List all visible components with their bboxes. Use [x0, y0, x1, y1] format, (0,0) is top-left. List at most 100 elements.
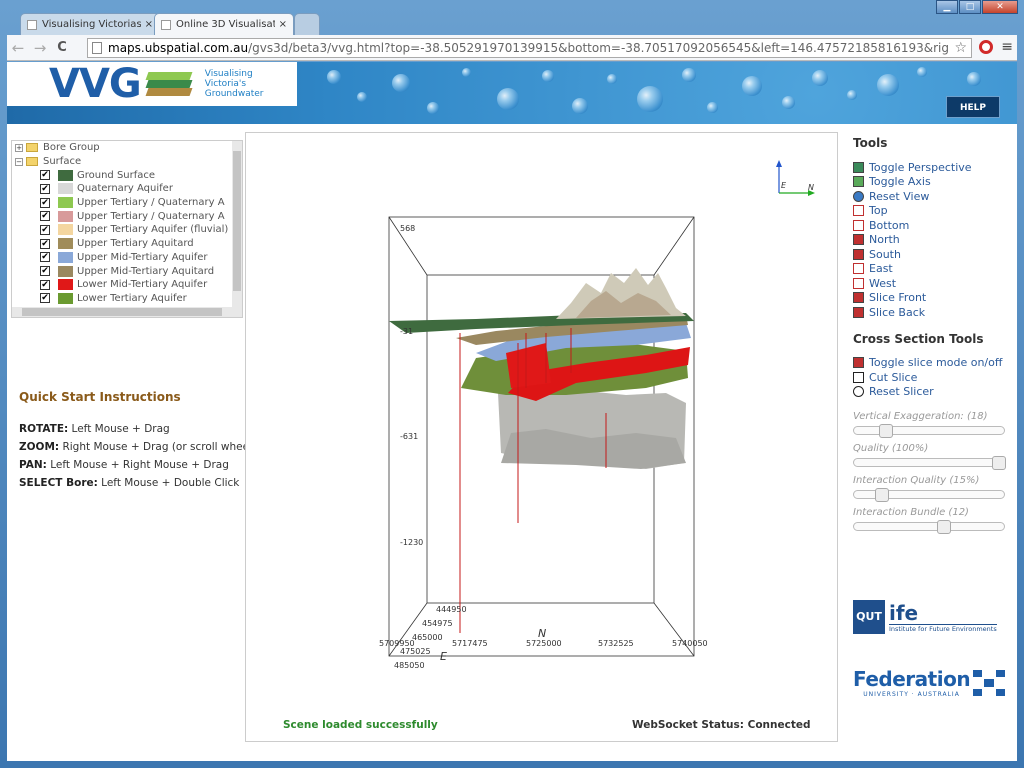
tool-toggle-axis[interactable]: Toggle Axis — [853, 175, 1013, 190]
tree-vertical-scrollbar[interactable] — [232, 141, 242, 317]
back-button[interactable]: ← — [7, 39, 29, 57]
tool-south[interactable]: South — [853, 247, 1013, 262]
layer-item[interactable]: ✔ Ground Surface — [12, 168, 242, 182]
top-icon — [853, 205, 864, 217]
header-banner: VVG Visualising Victoria's Groundwater H… — [7, 62, 1017, 124]
layer-checkbox[interactable]: ✔ — [40, 252, 50, 263]
maximize-button[interactable]: □ — [959, 0, 981, 14]
tool-cut-slice[interactable]: Cut Slice — [853, 370, 1013, 385]
reload-button[interactable]: C — [51, 40, 73, 55]
tree-group-surface[interactable]: − Surface — [12, 155, 242, 169]
slice-back-icon — [853, 306, 864, 318]
tool-label: Bottom — [869, 218, 910, 232]
tool-reset-slicer[interactable]: Reset Slicer — [853, 385, 1013, 400]
new-tab-button[interactable] — [294, 13, 320, 35]
slider-track[interactable] — [853, 488, 1005, 502]
layer-item[interactable]: ✔ Upper Tertiary / Quaternary A — [12, 196, 242, 210]
slider-track[interactable] — [853, 456, 1006, 470]
browser-menu-icon[interactable]: ≡ — [1001, 39, 1013, 55]
3d-viewer-canvas[interactable]: E N 568 -31 -631 -1230 5709950 5717475 5… — [245, 132, 838, 742]
federation-logo[interactable]: Federation UNIVERSITY · AUSTRALIA — [853, 667, 1005, 698]
layer-item[interactable]: ✔ Upper Tertiary Aquifer (fluvial) — [12, 223, 242, 237]
layer-checkbox[interactable]: ✔ — [40, 266, 50, 277]
help-button[interactable]: HELP — [946, 96, 1000, 118]
layer-label: Upper Tertiary Aquifer (fluvial) — [77, 224, 229, 236]
z-tick-label: 454975 — [422, 619, 453, 628]
tool-label: Slice Back — [869, 305, 926, 319]
tree-horizontal-scrollbar[interactable] — [12, 307, 242, 317]
layer-item[interactable]: ✔ Lower Mid-Tertiary Aquifer — [12, 278, 242, 292]
layer-label: Upper Tertiary / Quaternary A — [77, 210, 225, 222]
scene-status: Scene loaded successfully — [283, 719, 438, 731]
instruction-rotate: ROTATE: Left Mouse + Drag — [19, 423, 170, 435]
tab-visualising[interactable]: Visualising Victorias Grou × — [20, 13, 160, 35]
layer-color-swatch — [58, 265, 73, 277]
bookmark-star-icon[interactable]: ☆ — [954, 40, 967, 56]
window-controls: ▁ □ ✕ — [936, 0, 1018, 14]
tool-reset-view[interactable]: Reset View — [853, 189, 1013, 204]
collapse-icon[interactable]: − — [15, 157, 23, 166]
tool-slice-back[interactable]: Slice Back — [853, 305, 1013, 320]
minimize-button[interactable]: ▁ — [936, 0, 958, 14]
layer-checkbox[interactable]: ✔ — [40, 211, 50, 222]
close-tab-icon[interactable]: × — [279, 19, 287, 30]
cut-slice-icon — [853, 371, 864, 383]
page-icon — [27, 19, 37, 30]
layer-checkbox[interactable]: ✔ — [40, 197, 50, 208]
z-tick-label: 475025 — [400, 647, 431, 656]
url-text[interactable]: maps.ubspatial.com.au/gvs3d/beta3/vvg.ht… — [108, 41, 950, 55]
instruction-pan: PAN: Left Mouse + Right Mouse + Drag — [19, 459, 229, 471]
layer-checkbox[interactable]: ✔ — [40, 170, 50, 181]
layer-item[interactable]: ✔ Upper Mid-Tertiary Aquifer — [12, 251, 242, 265]
tool-toggle-slice-mode[interactable]: Toggle slice mode on/off — [853, 356, 1013, 371]
slider-handle[interactable] — [937, 520, 951, 534]
expand-icon[interactable]: + — [15, 143, 23, 152]
tool-north[interactable]: North — [853, 233, 1013, 248]
qut-ife-logo[interactable]: QUT ife Institute for Future Environment… — [853, 600, 997, 634]
vvg-logo[interactable]: VVG Visualising Victoria's Groundwater — [7, 62, 297, 107]
url-path: /gvs3d/beta3/vvg.html?top=-38.5052919701… — [248, 41, 950, 55]
layer-color-swatch — [58, 292, 73, 304]
address-bar[interactable]: maps.ubspatial.com.au/gvs3d/beta3/vvg.ht… — [87, 38, 972, 58]
extension-icon[interactable] — [979, 40, 994, 54]
tool-slice-front[interactable]: Slice Front — [853, 291, 1013, 306]
browser-window: ▁ □ ✕ Visualising Victorias Grou × Onlin… — [0, 0, 1024, 768]
layer-color-swatch — [58, 183, 73, 195]
layer-item[interactable]: ✔ Upper Tertiary Aquitard — [12, 237, 242, 251]
close-window-button[interactable]: ✕ — [982, 0, 1018, 14]
layer-item[interactable]: ✔ Lower Tertiary Aquifer — [12, 292, 242, 306]
layer-item[interactable]: ✔ Upper Tertiary / Quaternary A — [12, 209, 242, 223]
layer-checkbox[interactable]: ✔ — [40, 183, 50, 194]
y-tick-label: -1230 — [400, 538, 424, 547]
gizmo-label-n: N — [808, 183, 814, 192]
slider-handle[interactable] — [875, 488, 889, 502]
tool-east[interactable]: East — [853, 262, 1013, 277]
tree-group-bore[interactable]: + Bore Group — [12, 141, 242, 155]
layer-color-swatch — [58, 251, 73, 263]
tab-online-3d[interactable]: Online 3D Visualisation Te × — [154, 13, 294, 35]
slider-track[interactable] — [853, 520, 1005, 534]
layer-checkbox[interactable]: ✔ — [40, 293, 50, 304]
layer-checkbox[interactable]: ✔ — [40, 238, 50, 249]
scene-svg — [388, 160, 815, 657]
layer-item[interactable]: ✔ Upper Mid-Tertiary Aquitard — [12, 264, 242, 278]
federation-sub: UNIVERSITY · AUSTRALIA — [863, 691, 960, 698]
slider-handle[interactable] — [879, 424, 893, 438]
forward-button[interactable]: → — [29, 39, 51, 57]
tool-bottom[interactable]: Bottom — [853, 218, 1013, 233]
layer-label: Ground Surface — [77, 169, 156, 181]
quickstart-instructions: ROTATE: Left Mouse + Drag ZOOM: Right Mo… — [19, 420, 256, 492]
slider-track[interactable] — [853, 424, 1005, 438]
layer-item[interactable]: ✔ Quaternary Aquifer — [12, 182, 242, 196]
close-tab-icon[interactable]: × — [145, 19, 153, 30]
bottom-icon — [853, 219, 864, 231]
tool-toggle-perspective[interactable]: Toggle Perspective — [853, 160, 1013, 175]
layer-checkbox[interactable]: ✔ — [40, 224, 50, 235]
tool-top[interactable]: Top — [853, 204, 1013, 219]
logo-tagline: Visualising Victoria's Groundwater — [204, 69, 264, 99]
tool-label: Toggle Perspective — [869, 160, 972, 174]
slider-handle[interactable] — [992, 456, 1006, 470]
layer-checkbox[interactable]: ✔ — [40, 279, 50, 290]
qut-logo: QUT — [853, 600, 885, 634]
tool-west[interactable]: West — [853, 276, 1013, 291]
